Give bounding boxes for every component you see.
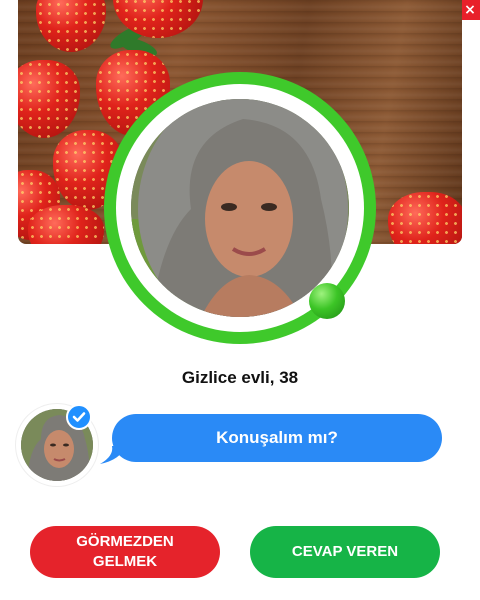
profile-photo[interactable] (131, 99, 349, 317)
ignore-button[interactable]: GÖRMEZDEN GELMEK (30, 526, 220, 578)
close-button[interactable]: × (460, 0, 480, 20)
verified-badge-icon (66, 404, 92, 430)
ignore-button-label-line2: GELMEK (92, 553, 158, 570)
reply-button[interactable]: CEVAP VEREN (250, 526, 440, 578)
message-bubble[interactable]: Konuşalım mı? (112, 414, 442, 462)
ignore-button-label-line1: GÖRMEZDEN (76, 533, 174, 550)
reply-button-label: CEVAP VEREN (291, 543, 399, 560)
online-status-dot (309, 283, 345, 319)
profile-name-age: Gizlice evli, 38 (181, 368, 299, 387)
